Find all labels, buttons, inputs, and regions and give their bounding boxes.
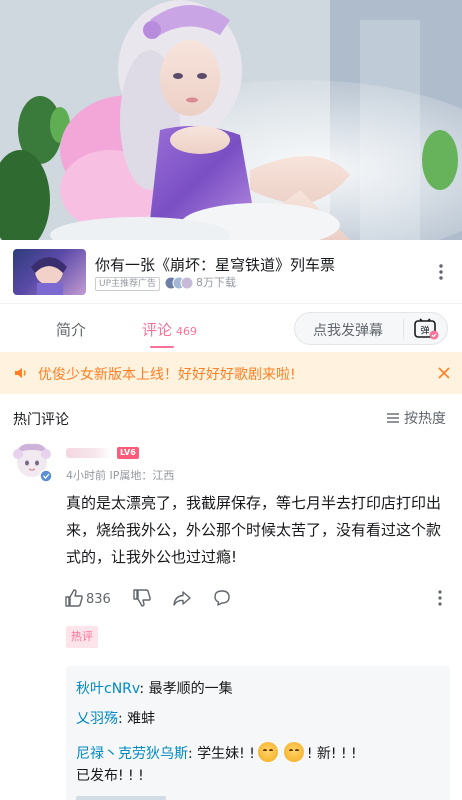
thumbs-up-icon (65, 589, 83, 607)
username[interactable] (66, 448, 112, 458)
sort-label: 按热度 (404, 411, 446, 427)
reply-separator: : (118, 711, 128, 727)
comment-actions: 836 (64, 588, 454, 612)
reply-text: 学生妹! ! (197, 746, 255, 762)
ad-thumbnail[interactable] (13, 249, 86, 295)
more-replies-link[interactable] (76, 796, 166, 800)
ad-title[interactable]: 你有一张《崩坏：星穹铁道》列车票 (95, 254, 335, 275)
comment-more-icon[interactable] (434, 588, 446, 608)
danmaku-icon-label: 弹 (420, 325, 429, 337)
share-icon[interactable] (172, 588, 192, 608)
tab-comments[interactable]: 评论 469 (142, 319, 197, 340)
danmaku-toggle-icon[interactable]: 弹 (413, 317, 439, 341)
thumbs-down-icon[interactable] (132, 588, 152, 608)
like-button[interactable]: 836 (64, 588, 111, 612)
reply-item[interactable]: 秋叶cNRv: 最孝顺的一集 (76, 678, 442, 700)
hot-comment-tag: 热评 (66, 626, 98, 648)
sleepy-emoji-icon (257, 742, 278, 762)
reply-text: 已发布! ! ! (76, 768, 144, 784)
more-options-icon[interactable] (432, 262, 450, 282)
level-badge: LV6 (117, 447, 139, 459)
reply-author[interactable]: 秋叶cNRv (76, 681, 139, 697)
active-tab-indicator (150, 346, 174, 348)
hot-comments-header: 热门评论 按热度 (0, 400, 462, 434)
ad-tag: UP主推荐广告 (95, 277, 161, 291)
danmaku-input[interactable]: 点我发弹幕 弹 (294, 312, 448, 345)
replies-box[interactable]: 秋叶cNRv: 最孝顺的一集 乂羽殇: 难蚌 尼禄丶克劳狄乌斯: 学生妹! !!… (66, 666, 450, 800)
reply-text: 最孝顺的一集 (148, 681, 233, 697)
video-frame-illustration (0, 0, 462, 240)
reply-icon[interactable] (212, 588, 232, 608)
danmaku-divider (403, 319, 404, 339)
notice-text[interactable]: 优俊少女新版本上线！好好好好歌剧来啦! (38, 364, 296, 384)
ad-downloads: 8万下载 (196, 276, 236, 289)
reply-text: 难蚌 (127, 711, 156, 727)
notice-bar[interactable]: 优俊少女新版本上线！好好好好歌剧来啦! (0, 352, 462, 394)
reply-separator: : (139, 681, 149, 697)
avatar[interactable] (8, 436, 56, 484)
danmaku-placeholder: 点我发弹幕 (313, 323, 383, 339)
reply-separator: : (188, 746, 198, 762)
reply-text: ! 新! ! ! (306, 746, 357, 762)
comment-count: 469 (176, 325, 198, 338)
reply-item[interactable]: 乂羽殇: 难蚌 (76, 708, 442, 730)
speaker-icon (15, 368, 26, 378)
reply-item[interactable]: 尼禄丶克劳狄乌斯: 学生妹! ! ! 新! ! ! 已发布! ! ! (76, 742, 442, 787)
like-count: 836 (86, 592, 111, 607)
tab-comments-label: 评论 (142, 321, 173, 339)
comment-meta: 4小时前 IP属地：江西 (66, 469, 175, 482)
sleepy-emoji-icon (283, 742, 304, 762)
sort-icon (387, 413, 399, 423)
reply-author[interactable]: 乂羽殇 (76, 711, 118, 727)
tab-intro[interactable]: 简介 (56, 319, 86, 340)
reply-author[interactable]: 尼禄丶克劳狄乌斯 (76, 746, 188, 762)
close-icon[interactable] (436, 365, 452, 381)
user-avatars-icon (164, 276, 194, 290)
comment-text[interactable]: 真的是太漂亮了，我截屏保存，等七月半去打印店打印出来，烧给我外公，外公那个时候太… (66, 490, 450, 571)
video-player[interactable] (0, 0, 462, 240)
ad-row[interactable]: 你有一张《崩坏：星穹铁道》列车票 UP主推荐广告 8万下载 (0, 240, 462, 304)
hot-comments-title: 热门评论 (13, 412, 69, 428)
